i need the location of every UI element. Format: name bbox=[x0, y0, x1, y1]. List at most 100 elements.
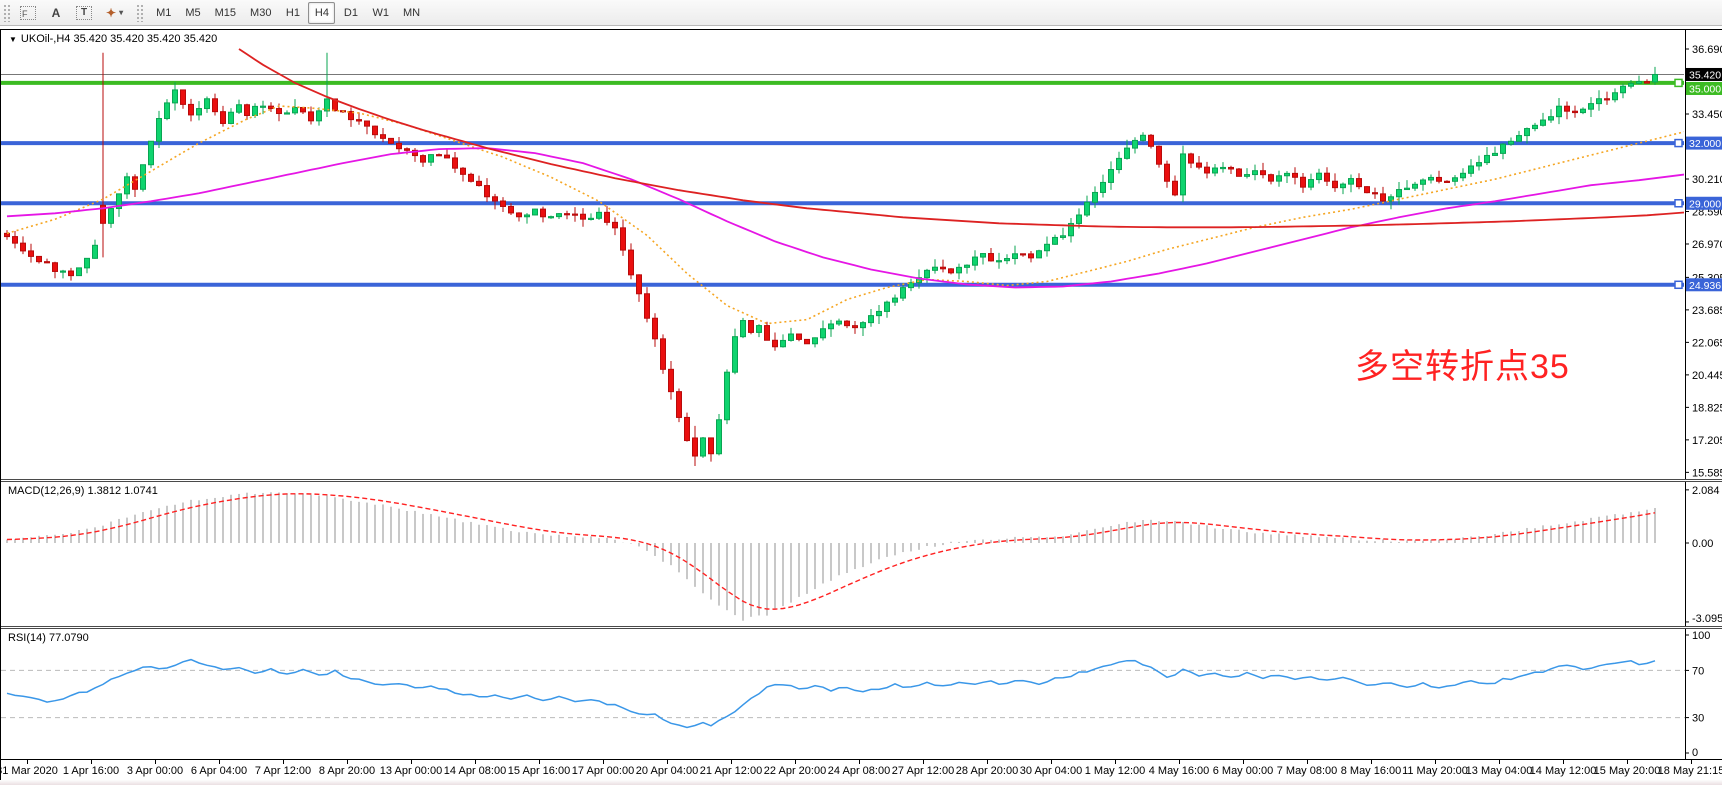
rsi-canvas[interactable]: 100 70 30 0 bbox=[1, 629, 1722, 759]
toolbar-grip[interactable] bbox=[3, 4, 10, 22]
svg-text:0: 0 bbox=[1692, 747, 1698, 759]
svg-text:29.000: 29.000 bbox=[1689, 198, 1721, 210]
svg-text:2.084: 2.084 bbox=[1692, 485, 1720, 497]
time-tick bbox=[731, 760, 732, 764]
top-toolbar: F A T ✦ ▾ M1M5M15M30H1H4D1W1MN bbox=[0, 0, 1722, 26]
time-tick bbox=[1243, 760, 1244, 764]
time-tick bbox=[1627, 760, 1628, 764]
time-label: 15 May 20:00 bbox=[1594, 765, 1661, 777]
chinese-annotation-text: 多空转折点35 bbox=[1355, 348, 1570, 386]
svg-text:20.445: 20.445 bbox=[1692, 370, 1722, 382]
time-tick bbox=[283, 760, 284, 764]
time-label: 24 Apr 08:00 bbox=[828, 765, 890, 777]
time-label: 17 Apr 00:00 bbox=[572, 765, 634, 777]
time-label: 13 May 04:00 bbox=[1466, 765, 1533, 777]
time-label: 6 May 00:00 bbox=[1213, 765, 1274, 777]
text-box-tool-button[interactable]: T bbox=[70, 2, 98, 24]
time-label: 14 May 12:00 bbox=[1530, 765, 1597, 777]
time-tick bbox=[859, 760, 860, 764]
macd-canvas[interactable]: 2.084 0.00 -3.0957 bbox=[1, 482, 1722, 626]
chart-title: ▼UKOil-,H4 35.420 35.420 35.420 35.420 bbox=[9, 33, 217, 45]
chevron-down-icon[interactable]: ▼ bbox=[9, 35, 17, 44]
time-tick bbox=[1179, 760, 1180, 764]
time-tick bbox=[1499, 760, 1500, 764]
timeframe-button-h1[interactable]: H1 bbox=[279, 2, 306, 24]
svg-text:70: 70 bbox=[1692, 665, 1704, 677]
macd-panel[interactable]: MACD(12,26,9) 1.3812 1.0741 2.084 0.00 -3.… bbox=[1, 482, 1722, 626]
timeframe-button-m15[interactable]: M15 bbox=[209, 2, 242, 24]
chart-window: ▼UKOil-,H4 35.420 35.420 35.420 35.420 多… bbox=[0, 29, 1722, 780]
svg-text:30: 30 bbox=[1692, 713, 1704, 725]
time-tick bbox=[795, 760, 796, 764]
time-axis[interactable]: 31 Mar 20201 Apr 16:003 Apr 00:006 Apr 0… bbox=[1, 759, 1722, 781]
window-bottom-edge bbox=[0, 780, 1722, 785]
time-tick bbox=[1563, 760, 1564, 764]
svg-text:32.000: 32.000 bbox=[1689, 138, 1721, 150]
ma-fast-line bbox=[7, 106, 1687, 324]
time-tick bbox=[1691, 760, 1692, 764]
time-label: 31 Mar 2020 bbox=[0, 765, 58, 777]
time-tick bbox=[475, 760, 476, 764]
time-tick bbox=[1115, 760, 1116, 764]
time-tick bbox=[1051, 760, 1052, 764]
svg-text:15.585: 15.585 bbox=[1692, 467, 1722, 479]
time-label: 1 May 12:00 bbox=[1085, 765, 1146, 777]
timeframe-button-w1[interactable]: W1 bbox=[366, 2, 395, 24]
time-label: 14 Apr 08:00 bbox=[444, 765, 506, 777]
time-label: 4 May 16:00 bbox=[1149, 765, 1210, 777]
time-label: 13 Apr 00:00 bbox=[380, 765, 442, 777]
time-label: 6 Apr 04:00 bbox=[191, 765, 247, 777]
timeframe-button-mn[interactable]: MN bbox=[397, 2, 426, 24]
svg-text:36.690: 36.690 bbox=[1692, 44, 1722, 56]
time-tick bbox=[347, 760, 348, 764]
timeframe-button-m1[interactable]: M1 bbox=[150, 2, 177, 24]
time-label: 28 Apr 20:00 bbox=[956, 765, 1018, 777]
rsi-panel[interactable]: RSI(14) 77.0790 100 70 30 0 bbox=[1, 629, 1722, 759]
svg-text:0.00: 0.00 bbox=[1692, 538, 1713, 550]
rsi-indicator-label: RSI(14) 77.0790 bbox=[8, 632, 89, 644]
time-label: 7 Apr 12:00 bbox=[255, 765, 311, 777]
svg-text:30.210: 30.210 bbox=[1692, 174, 1722, 186]
price-chart-canvas[interactable]: 36.69033.45030.21028.59026.97025.30523.6… bbox=[1, 30, 1722, 479]
ma-slow-line bbox=[239, 49, 1687, 227]
hline-handle[interactable] bbox=[1675, 140, 1682, 147]
chevron-down-icon: ▾ bbox=[119, 8, 123, 17]
time-label: 22 Apr 20:00 bbox=[764, 765, 826, 777]
svg-text:-3.0957: -3.0957 bbox=[1692, 613, 1722, 625]
svg-text:35.000: 35.000 bbox=[1689, 83, 1721, 95]
toolbar-separator-grip bbox=[136, 4, 143, 22]
svg-text:35.420: 35.420 bbox=[1689, 69, 1721, 81]
main-chart-panel[interactable]: ▼UKOil-,H4 35.420 35.420 35.420 35.420 多… bbox=[1, 30, 1722, 479]
time-label: 11 May 20:00 bbox=[1402, 765, 1468, 777]
hline-handle[interactable] bbox=[1675, 79, 1682, 86]
time-label: 30 Apr 04:00 bbox=[1020, 765, 1082, 777]
letter-t-icon: T bbox=[76, 6, 92, 20]
hline-handle[interactable] bbox=[1675, 281, 1682, 288]
svg-text:100: 100 bbox=[1692, 630, 1710, 642]
ma-mid-line bbox=[7, 148, 1687, 287]
time-label: 1 Apr 16:00 bbox=[63, 765, 119, 777]
timeframe-button-d1[interactable]: D1 bbox=[337, 2, 364, 24]
time-tick bbox=[91, 760, 92, 764]
time-label: 21 Apr 12:00 bbox=[700, 765, 762, 777]
macd-indicator-label: MACD(12,26,9) 1.3812 1.0741 bbox=[8, 485, 158, 497]
time-label: 27 Apr 12:00 bbox=[892, 765, 954, 777]
arrows-tool-button[interactable]: ✦ ▾ bbox=[100, 2, 129, 24]
time-label: 15 Apr 16:00 bbox=[508, 765, 570, 777]
svg-text:17.205: 17.205 bbox=[1692, 435, 1722, 447]
plot-area bbox=[1, 49, 1687, 466]
text-annotation-tool-button[interactable]: A bbox=[44, 2, 68, 24]
svg-text:33.450: 33.450 bbox=[1692, 109, 1722, 121]
price-axis-ticks: 36.69033.45030.21028.59026.97025.30523.6… bbox=[1685, 44, 1722, 479]
time-label: 8 Apr 20:00 bbox=[319, 765, 375, 777]
time-label: 18 May 21:15 bbox=[1658, 765, 1722, 777]
svg-text:22.065: 22.065 bbox=[1692, 337, 1722, 349]
time-label: 7 May 08:00 bbox=[1277, 765, 1338, 777]
hline-handle[interactable] bbox=[1675, 200, 1682, 207]
timeframe-button-m5[interactable]: M5 bbox=[179, 2, 206, 24]
f-frame-icon: F bbox=[20, 6, 36, 20]
indicator-f-tool-button[interactable]: F bbox=[14, 2, 42, 24]
timeframe-button-m30[interactable]: M30 bbox=[244, 2, 277, 24]
timeframe-button-h4[interactable]: H4 bbox=[308, 2, 335, 24]
macd-histogram bbox=[7, 492, 1655, 620]
